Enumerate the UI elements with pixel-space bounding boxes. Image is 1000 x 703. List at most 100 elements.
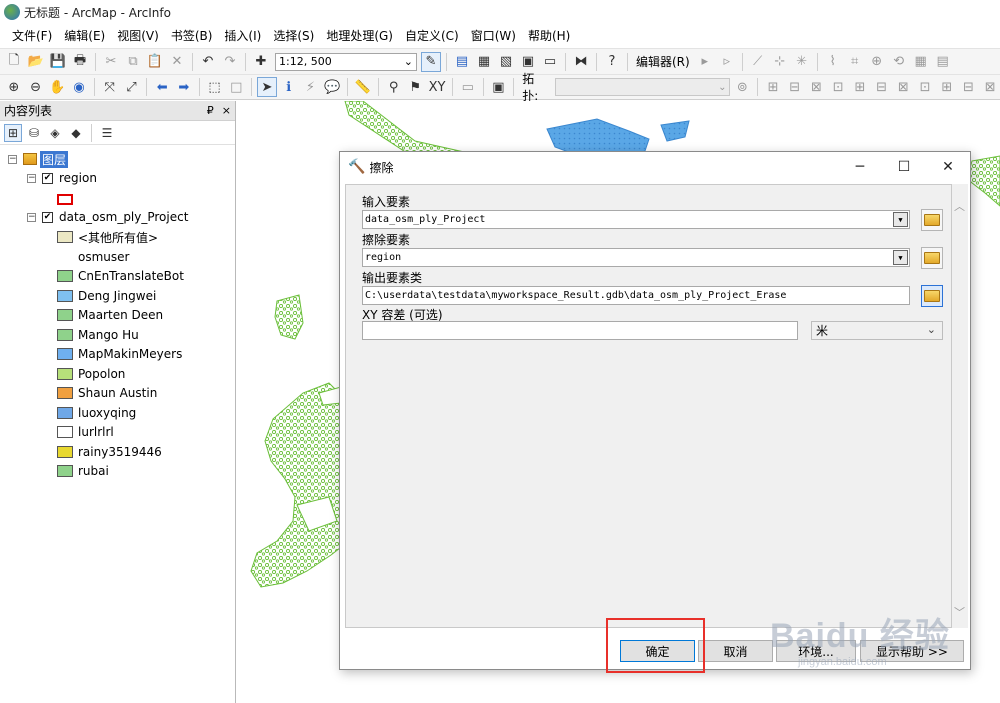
tree-row-data-osm[interactable]: − ✔ data_osm_ply_Project: [27, 208, 188, 226]
class-symbol[interactable]: [57, 348, 73, 360]
class-row[interactable]: lurlrlrl: [57, 423, 114, 441]
region-visibility-checkbox[interactable]: ✔: [42, 172, 53, 184]
class-row[interactable]: luoxyqing: [57, 404, 136, 422]
save-icon[interactable]: 💾: [48, 52, 68, 72]
tree-row-layers-root[interactable]: − 图层: [8, 150, 69, 168]
class-label[interactable]: rubai: [78, 464, 109, 478]
collapse-icon[interactable]: −: [27, 173, 36, 183]
split-icon[interactable]: ✳: [792, 52, 812, 72]
class-label[interactable]: luoxyqing: [78, 406, 136, 420]
select-features-icon[interactable]: ⬚: [205, 77, 225, 97]
class-label[interactable]: Shaun Austin: [78, 386, 157, 400]
layers-root-label[interactable]: 图层: [40, 150, 69, 168]
catalog-window-icon[interactable]: ▦: [474, 52, 494, 72]
rotate-icon[interactable]: ⟲: [889, 52, 909, 72]
edit-tool-icon[interactable]: ▸: [695, 52, 715, 72]
topology-tool-4-icon[interactable]: ⊡: [828, 77, 848, 97]
class-symbol[interactable]: [57, 367, 73, 380]
collapse-icon[interactable]: −: [8, 154, 17, 164]
attributes-icon[interactable]: ▦: [911, 52, 931, 72]
clear-selection-icon[interactable]: □: [226, 77, 246, 97]
class-row[interactable]: CnEnTranslateBot: [57, 267, 184, 285]
minimize-icon[interactable]: ─: [838, 152, 882, 182]
topology-tool-3-icon[interactable]: ⊠: [807, 77, 827, 97]
modelbuilder-icon[interactable]: ⧓: [571, 52, 591, 72]
topology-tool-8-icon[interactable]: ⊡: [915, 77, 935, 97]
class-row[interactable]: <其他所有值>: [57, 228, 158, 246]
toc-options-icon[interactable]: ☰: [98, 124, 116, 142]
open-folder-icon[interactable]: 📂: [26, 52, 46, 72]
full-extent-globe-icon[interactable]: ◉: [69, 77, 89, 97]
fixed-zoom-in-icon[interactable]: ⤧: [100, 77, 120, 97]
browse-input-button[interactable]: [921, 209, 943, 231]
pin-icon[interactable]: ₽: [207, 104, 214, 117]
class-symbol[interactable]: [57, 406, 73, 419]
region-symbol[interactable]: [57, 193, 73, 205]
paste-icon[interactable]: 📋: [145, 52, 165, 72]
menu-edit[interactable]: 编辑(E): [58, 27, 111, 44]
class-symbol[interactable]: [57, 309, 73, 321]
cut-polygon-icon[interactable]: ⌗: [845, 52, 865, 72]
class-row[interactable]: Popolon: [57, 365, 125, 383]
arctoolbox-icon[interactable]: ▣: [518, 52, 538, 72]
menu-selection[interactable]: 选择(S): [267, 27, 320, 44]
menu-windows[interactable]: 窗口(W): [465, 27, 522, 44]
edit-annotation-icon[interactable]: ▹: [717, 52, 737, 72]
topology-tool-2-icon[interactable]: ⊟: [785, 77, 805, 97]
menu-insert[interactable]: 插入(I): [218, 27, 267, 44]
data-osm-visibility-checkbox[interactable]: ✔: [42, 211, 53, 223]
class-label[interactable]: lurlrlrl: [78, 425, 114, 439]
measure-icon[interactable]: 📏: [353, 77, 373, 97]
list-by-source-icon[interactable]: ⛁: [25, 124, 43, 142]
class-symbol[interactable]: [57, 270, 73, 282]
menu-geoprocessing[interactable]: 地理处理(G): [320, 27, 399, 44]
class-symbol[interactable]: [57, 445, 73, 458]
editor-toolbar-icon[interactable]: ✎: [421, 51, 441, 72]
class-row[interactable]: Deng Jingwei: [57, 287, 156, 305]
menu-bookmarks[interactable]: 书签(B): [165, 27, 219, 44]
add-data-icon[interactable]: ✚: [251, 52, 271, 72]
list-by-drawing-order-icon[interactable]: ⊞: [4, 123, 22, 142]
class-row[interactable]: Shaun Austin: [57, 384, 157, 402]
class-symbol[interactable]: [57, 328, 73, 341]
pan-hand-icon[interactable]: ✋: [47, 77, 67, 97]
reshape-icon[interactable]: ⌇: [823, 52, 843, 72]
html-popup-icon[interactable]: 💬: [322, 77, 342, 97]
class-label[interactable]: <其他所有值>: [78, 229, 158, 246]
class-row[interactable]: rainy3519446: [57, 443, 162, 461]
output-feature-class-field[interactable]: C:\userdata\testdata\myworkspace_Result.…: [362, 286, 910, 305]
menu-help[interactable]: 帮助(H): [522, 27, 576, 44]
collapse-icon[interactable]: −: [27, 212, 36, 222]
forward-arrow-icon[interactable]: ➡: [174, 77, 194, 97]
tree-row-region-symbol[interactable]: [57, 190, 78, 208]
class-symbol[interactable]: [57, 465, 73, 477]
zoom-out-icon[interactable]: ⊖: [26, 77, 46, 97]
delete-icon[interactable]: ✕: [167, 52, 187, 72]
close-icon[interactable]: ✕: [926, 152, 970, 182]
class-row[interactable]: rubai: [57, 462, 109, 480]
table-of-contents-window-icon[interactable]: ▤: [452, 52, 472, 72]
cancel-button[interactable]: 取消: [698, 640, 773, 662]
print-icon[interactable]: 🖶: [70, 52, 90, 72]
fixed-zoom-out-icon[interactable]: ⤢: [122, 77, 142, 97]
cut-icon[interactable]: ✂: [101, 52, 121, 72]
undo-icon[interactable]: ↶: [198, 52, 218, 72]
select-elements-arrow-icon[interactable]: ➤: [257, 77, 277, 97]
topology-combo[interactable]: ⌄: [554, 78, 731, 96]
layer-name-data-osm[interactable]: data_osm_ply_Project: [59, 210, 188, 224]
chevron-down-icon[interactable]: ▼: [893, 250, 908, 265]
class-label[interactable]: Deng Jingwei: [78, 289, 156, 303]
xy-tolerance-unit-select[interactable]: 米 ⌄: [811, 321, 943, 340]
class-label[interactable]: Mango Hu: [78, 328, 139, 342]
class-label[interactable]: Maarten Deen: [78, 308, 163, 322]
class-row[interactable]: Mango Hu: [57, 326, 139, 344]
class-label[interactable]: CnEnTranslateBot: [78, 269, 184, 283]
scroll-up-icon[interactable]: ︿: [954, 198, 965, 214]
find-route-icon[interactable]: ⚑: [405, 77, 425, 97]
find-binoculars-icon[interactable]: ⚲: [384, 77, 404, 97]
erase-features-field[interactable]: region ▼: [362, 248, 910, 267]
maximize-icon[interactable]: ☐: [882, 152, 926, 182]
class-row[interactable]: MapMakinMeyers: [57, 345, 182, 363]
class-label[interactable]: MapMakinMeyers: [78, 347, 182, 361]
map-scale-combo[interactable]: 1:12, 500 ⌄: [275, 52, 417, 71]
